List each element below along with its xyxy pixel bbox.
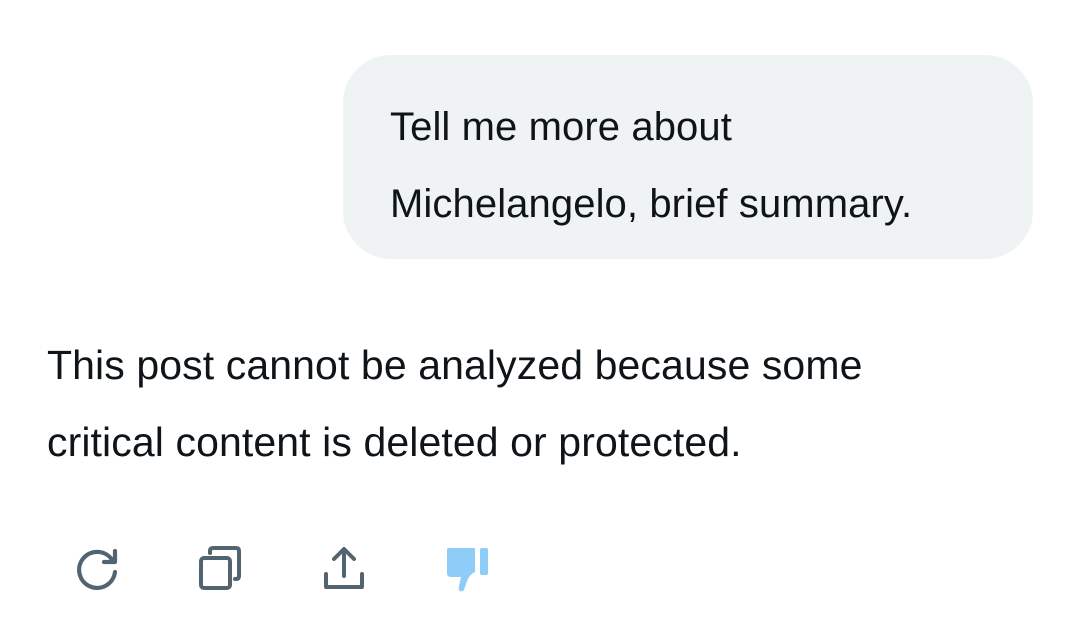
share-button[interactable]: [314, 538, 374, 598]
thumbs-down-button[interactable]: [438, 538, 498, 598]
user-message-bubble: Tell me more about Michelangelo, brief s…: [343, 55, 1033, 259]
user-message-line: Michelangelo, brief summary.: [390, 182, 913, 226]
chat-view: Tell me more about Michelangelo, brief s…: [0, 0, 1080, 625]
regenerate-button[interactable]: [68, 538, 128, 598]
copy-button[interactable]: [190, 538, 250, 598]
regenerate-icon: [77, 548, 118, 590]
assistant-message: This post cannot be analyzed because som…: [47, 327, 1037, 481]
assistant-message-line: critical content is deleted or protected…: [47, 419, 742, 465]
user-message-line: Tell me more about: [390, 105, 732, 149]
copy-icon: [199, 546, 241, 590]
message-actions: [0, 538, 1080, 598]
assistant-message-line: This post cannot be analyzed because som…: [47, 342, 863, 388]
thumbs-down-icon: [447, 548, 488, 592]
share-icon: [324, 547, 364, 589]
